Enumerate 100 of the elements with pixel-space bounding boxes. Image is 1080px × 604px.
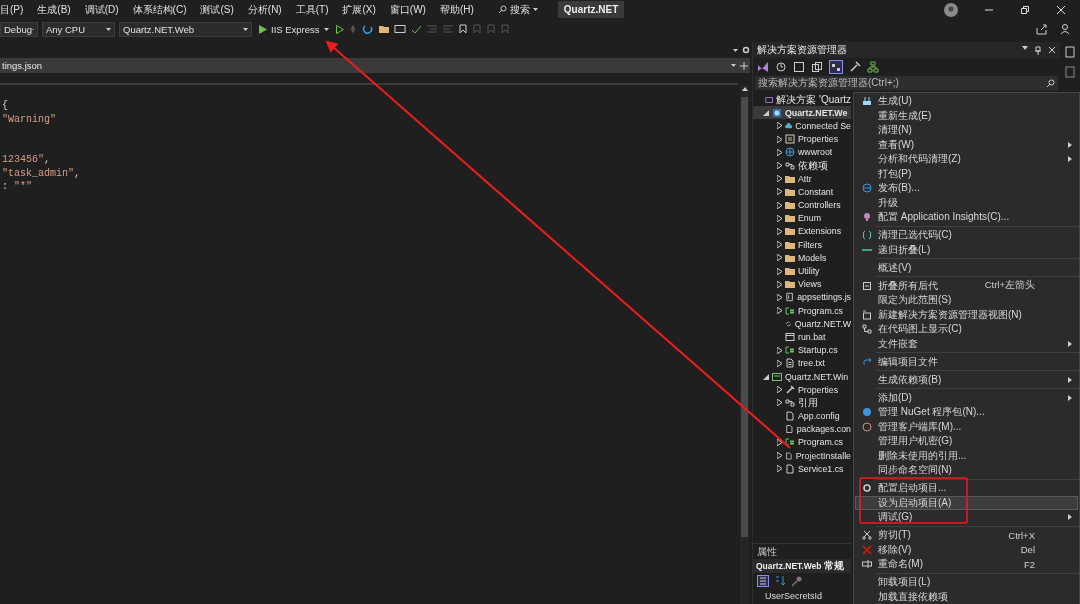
expanded-arrow-icon[interactable]: [763, 373, 769, 380]
tree-item[interactable]: Enum: [753, 211, 851, 225]
menu-item[interactable]: 同步命名空间(N): [855, 463, 1078, 478]
restore-icon[interactable]: [1020, 4, 1030, 15]
menu-item[interactable]: 新建解决方案资源管理器视图(N): [855, 307, 1078, 322]
menu-item[interactable]: 管理客户端库(M)...: [855, 419, 1078, 434]
menu-item[interactable]: 加载直接依赖项: [855, 589, 1078, 604]
tree-item[interactable]: 依赖项: [753, 158, 851, 173]
folder-search-icon[interactable]: [377, 24, 390, 34]
share-icon[interactable]: [1036, 23, 1048, 35]
menu-item[interactable]: 配置 Application Insights(C)...: [855, 210, 1078, 225]
tree-item[interactable]: Extensions: [753, 224, 851, 239]
package-icon[interactable]: [862, 407, 872, 418]
tree-item[interactable]: appsettings.js: [753, 290, 851, 304]
tree-item[interactable]: Attr: [753, 172, 851, 186]
menu-item[interactable]: 重命名(M) F2: [855, 557, 1078, 572]
run-button[interactable]: IIS Express: [256, 23, 332, 35]
menu-item[interactable]: 目(P): [0, 2, 24, 17]
wrench-icon[interactable]: [849, 60, 861, 73]
tree-item[interactable]: Filters: [753, 238, 851, 252]
menu-item[interactable]: 折叠所有后代 Ctrl+左箭头: [855, 278, 1078, 293]
tree-item[interactable]: Utility: [753, 264, 851, 278]
tree-item[interactable]: Program.cs: [753, 304, 851, 318]
menu-item[interactable]: 剪切(T) Ctrl+X: [855, 528, 1078, 543]
tree-item[interactable]: Program.cs: [753, 435, 851, 450]
tree-item[interactable]: Quartz.NET.W: [753, 317, 851, 331]
categorized-icon[interactable]: [757, 575, 769, 587]
tree-item[interactable]: 引用: [753, 396, 851, 410]
menu-item[interactable]: 重新生成(E): [855, 108, 1078, 123]
tree-item[interactable]: wwwroot: [753, 145, 851, 159]
build-icon[interactable]: [862, 96, 872, 107]
menu-item[interactable]: 设为启动项目(A): [855, 495, 1078, 510]
panel-icon[interactable]: [1065, 66, 1075, 78]
tree-item[interactable]: Quartz.NET.We: [753, 106, 851, 120]
configuration-dropdown[interactable]: Debug: [0, 21, 38, 37]
menu-item[interactable]: 生成依赖项(B): [855, 372, 1078, 387]
menu-item[interactable]: 发布(B)...: [855, 181, 1078, 196]
menu-item[interactable]: 清理(N): [855, 123, 1078, 138]
platform-dropdown[interactable]: Any CPU: [42, 21, 115, 37]
gear-icon[interactable]: [862, 483, 872, 494]
tree-item[interactable]: Quartz.NET.Win: [753, 369, 851, 384]
menu-item[interactable]: 工具(T): [295, 2, 329, 17]
library-icon[interactable]: [862, 421, 872, 432]
split-icon[interactable]: [740, 61, 748, 70]
copy-icon[interactable]: [811, 60, 823, 73]
tree-item[interactable]: tree.txt: [753, 356, 851, 370]
menu-item[interactable]: 调试(D): [84, 2, 119, 17]
menu-item[interactable]: 生成(B): [37, 2, 71, 17]
code-map-icon[interactable]: [862, 324, 872, 335]
menu-item[interactable]: 编辑项目文件: [855, 354, 1078, 369]
tree-item[interactable]: Constant: [753, 185, 851, 199]
menu-item[interactable]: 递归折叠(L): [855, 242, 1078, 257]
collapse-all-icon[interactable]: [793, 60, 805, 73]
key-icon[interactable]: [791, 575, 803, 587]
tree-item[interactable]: Startup.cs: [753, 343, 851, 357]
menu-item[interactable]: 配置启动项目...: [855, 481, 1078, 496]
new-view-icon[interactable]: [862, 309, 872, 320]
document-tab[interactable]: tings.json: [2, 60, 43, 71]
tree-item[interactable]: packages.con: [753, 422, 851, 436]
lightbulb-icon[interactable]: [862, 212, 872, 223]
menu-item[interactable]: 窗口(W): [389, 2, 426, 17]
menu-item[interactable]: 分析和代码清理(Z): [855, 152, 1078, 167]
menu-item[interactable]: 删除未使用的引用...: [855, 448, 1078, 463]
menu-item[interactable]: 查看(W): [855, 137, 1078, 152]
tree-item[interactable]: run.bat: [753, 330, 851, 344]
menu-item[interactable]: 打包(P): [855, 166, 1078, 181]
tree-item[interactable]: Properties: [753, 132, 851, 146]
menu-item[interactable]: 管理 NuGet 程序包(N)...: [855, 405, 1078, 420]
feedback-icon[interactable]: [1060, 23, 1072, 35]
menu-item[interactable]: 分析(N): [247, 2, 282, 17]
vs-icon[interactable]: [757, 60, 769, 73]
pin-icon[interactable]: [1034, 45, 1042, 55]
search-field[interactable]: 搜索解决方案资源管理器(Ctrl+;): [755, 76, 1058, 90]
menu-item[interactable]: 添加(D): [855, 390, 1078, 405]
menu-item[interactable]: 帮助(H): [439, 2, 474, 17]
sort-icon[interactable]: [774, 575, 786, 587]
menu-item[interactable]: 在代码图上显示(C): [855, 322, 1078, 337]
menu-item[interactable]: 限定为此范围(S): [855, 293, 1078, 308]
window-icon[interactable]: [393, 24, 406, 34]
close-icon[interactable]: [1048, 45, 1056, 54]
refresh-icon[interactable]: [361, 24, 374, 34]
menu-item[interactable]: 管理用户机密(G): [855, 434, 1078, 449]
history-icon[interactable]: [775, 60, 787, 73]
hierarchy-icon[interactable]: [867, 60, 879, 73]
braces-icon[interactable]: [862, 230, 872, 241]
tree-item[interactable]: Connected Se: [753, 119, 851, 133]
menu-item[interactable]: 移除(V) Del: [855, 542, 1078, 557]
menu-item[interactable]: 生成(U): [855, 94, 1078, 109]
menu-item[interactable]: 清理已选代码(C): [855, 228, 1078, 243]
expanded-arrow-icon[interactable]: [763, 109, 769, 116]
tree-item[interactable]: Service1.cs: [753, 462, 851, 476]
menu-item[interactable]: 升级: [855, 195, 1078, 210]
tree-item[interactable]: 解决方案 'Quartz: [753, 93, 851, 107]
tree-item[interactable]: ProjectInstalle: [753, 449, 851, 463]
scrollbar[interactable]: [740, 85, 749, 604]
menu-item[interactable]: 调试(G): [855, 510, 1078, 525]
tree-item[interactable]: App.config: [753, 409, 851, 423]
search-icon[interactable]: [1046, 78, 1055, 88]
menu-item[interactable]: 概述(V): [855, 260, 1078, 275]
globe-icon[interactable]: [862, 183, 872, 194]
